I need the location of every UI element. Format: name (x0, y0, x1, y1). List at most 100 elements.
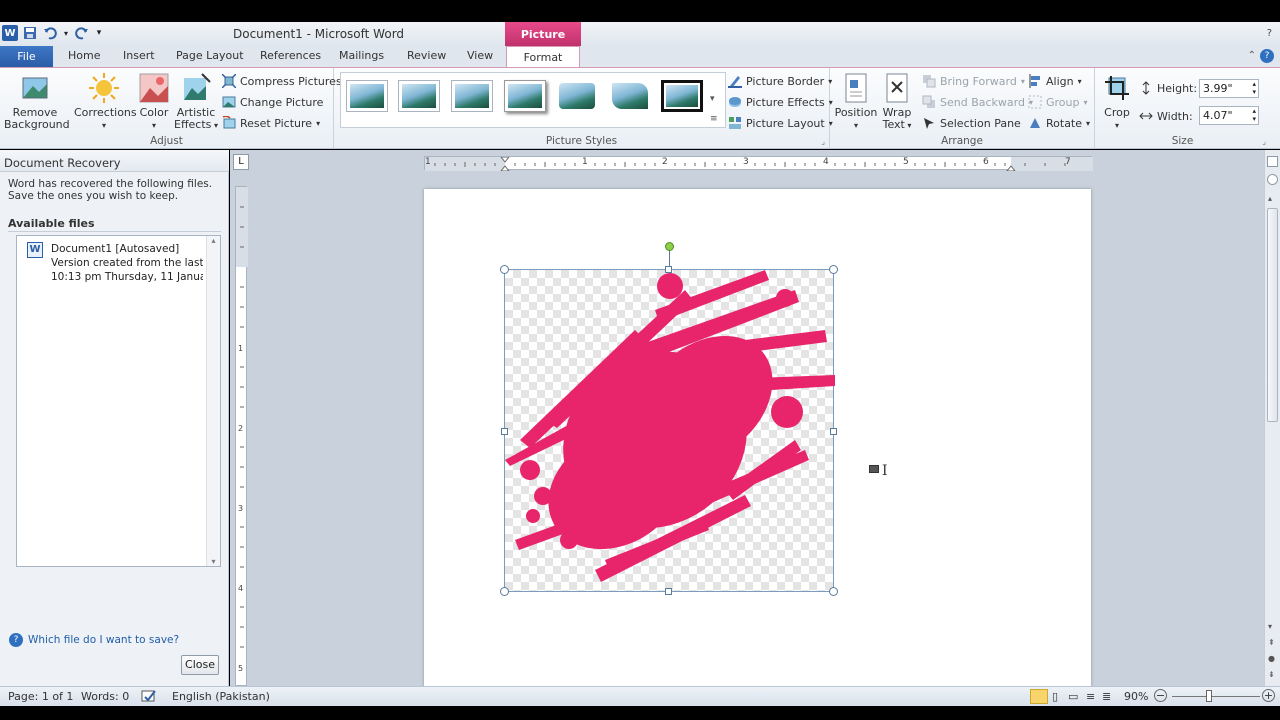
next-page-icon[interactable]: ⇟ (1268, 670, 1275, 679)
remove-background-button[interactable]: Remove Background (4, 72, 70, 131)
resize-handle-bottom-left[interactable] (500, 587, 509, 596)
picture-border-button[interactable]: Picture Border ▾ (728, 74, 832, 88)
picture-style-2[interactable] (398, 80, 440, 112)
resize-handle-top-left[interactable] (500, 265, 509, 274)
vertical-scrollbar[interactable]: ▴ ▾ ⇞ ● ⇟ (1264, 150, 1280, 686)
recovered-file-item[interactable]: Document1 [Autosaved] Version created fr… (51, 242, 203, 284)
size-launcher-icon[interactable]: ⌟ (1262, 137, 1266, 146)
language[interactable]: English (Pakistan) (172, 690, 270, 703)
tab-selector-icon[interactable]: L (233, 154, 249, 170)
zoom-out-icon[interactable]: − (1154, 689, 1167, 702)
resize-handle-top-right[interactable] (829, 265, 838, 274)
picture-layout-button[interactable]: Picture Layout ▾ (728, 116, 833, 130)
tab-home[interactable]: Home (68, 49, 100, 62)
size-group-label: Size (1171, 135, 1194, 147)
corrections-button[interactable]: Corrections ▾ (74, 72, 137, 132)
rotate-handle[interactable] (665, 242, 674, 251)
picture-style-6[interactable] (609, 80, 651, 112)
tab-references[interactable]: References (260, 49, 321, 62)
align-button[interactable]: Align ▾ (1028, 74, 1082, 88)
picture-styles-launcher-icon[interactable]: ⌟ (821, 137, 825, 146)
selection-pane-button[interactable]: Selection Pane (922, 116, 1021, 130)
picture-style-4[interactable] (504, 80, 546, 112)
scroll-up-icon[interactable]: ▴ (1268, 194, 1272, 203)
scroll-down-icon[interactable]: ▾ (1268, 622, 1272, 631)
resize-handle-left[interactable] (501, 428, 508, 435)
tab-view[interactable]: View (467, 49, 493, 62)
tab-review[interactable]: Review (407, 49, 446, 62)
tab-insert[interactable]: Insert (123, 49, 155, 62)
web-layout-icon[interactable]: ▭ (1068, 690, 1078, 703)
minimize-ribbon-icon[interactable]: ⌃ (1248, 50, 1256, 61)
gallery-more-icon[interactable]: ≡ (710, 114, 718, 124)
browse-object-icon[interactable]: ● (1268, 654, 1275, 663)
tab-page-layout[interactable]: Page Layout (176, 49, 244, 62)
picture-style-1[interactable] (346, 80, 388, 112)
tab-format[interactable]: Format (506, 46, 580, 69)
resize-handle-bottom-right[interactable] (829, 587, 838, 596)
list-scroll-down-icon[interactable]: ▾ (207, 557, 220, 566)
compress-pictures-button[interactable]: Compress Pictures (221, 73, 342, 89)
which-file-help-link[interactable]: Which file do I want to save? (28, 634, 179, 646)
view-ruler-icon[interactable] (1267, 156, 1278, 167)
horizontal-ruler[interactable]: 1 1 2 3 4 5 6 7 (424, 156, 1093, 171)
height-label: Height: (1157, 81, 1198, 95)
width-value: 4.07" (1203, 109, 1233, 122)
crop-button[interactable]: Crop ▾ (1099, 72, 1135, 132)
close-button[interactable]: Close (181, 655, 219, 675)
help-icon[interactable]: ? (1267, 28, 1272, 39)
color-button[interactable]: Color ▾ (137, 72, 171, 132)
height-spinner-icon[interactable]: ▴ ▾ (1252, 80, 1256, 96)
outline-view-icon[interactable]: ≡ (1086, 690, 1095, 703)
reset-picture-button[interactable]: Reset Picture ▾ (222, 115, 320, 130)
word-count[interactable]: Words: 0 (81, 690, 129, 703)
save-icon[interactable] (22, 25, 38, 41)
scroll-thumb[interactable] (1267, 208, 1278, 422)
word-logo-icon[interactable]: W (2, 25, 18, 41)
zoom-slider-thumb[interactable] (1206, 690, 1212, 702)
undo-icon[interactable] (42, 25, 58, 41)
tab-mailings[interactable]: Mailings (339, 49, 384, 62)
height-input[interactable]: 3.99" ▴ ▾ (1199, 79, 1259, 98)
redo-icon[interactable] (74, 25, 90, 41)
layout-options-icon[interactable] (869, 465, 879, 473)
send-backward-button[interactable]: Send Backward ▾ (922, 95, 1033, 109)
list-scrollbar[interactable]: ▴ ▾ (206, 236, 220, 566)
picture-border-icon (728, 74, 742, 88)
width-spinner-icon[interactable]: ▴ ▾ (1252, 107, 1256, 123)
vertical-ruler[interactable]: 1 2 3 4 5 (235, 186, 248, 686)
selected-picture[interactable] (500, 242, 838, 596)
previous-page-icon[interactable]: ⇞ (1268, 638, 1275, 647)
customize-qat-icon[interactable]: ▾ (94, 25, 104, 41)
resize-handle-top[interactable] (665, 266, 672, 273)
picture-style-3[interactable] (451, 80, 493, 112)
artistic-effects-button[interactable]: Artistic Effects ▾ (174, 72, 218, 132)
help-button-icon[interactable]: ? (1260, 49, 1274, 63)
ruler-toggle-icon[interactable] (1267, 174, 1278, 185)
picture-style-7[interactable] (661, 80, 703, 112)
list-scroll-up-icon[interactable]: ▴ (207, 236, 220, 245)
document-page[interactable]: I (424, 189, 1091, 689)
proofing-icon[interactable] (141, 689, 157, 706)
tab-file[interactable]: File (0, 46, 53, 68)
zoom-in-icon[interactable]: + (1262, 689, 1275, 702)
position-button[interactable]: Position ▾ (834, 72, 878, 132)
draft-view-icon[interactable]: ≣ (1102, 690, 1111, 703)
wrap-text-button[interactable]: Wrap Text ▾ (878, 72, 916, 132)
picture-style-5[interactable] (556, 80, 598, 112)
change-picture-button[interactable]: Change Picture (222, 95, 323, 109)
page-count[interactable]: Page: 1 of 1 (8, 690, 73, 703)
undo-dropdown-icon[interactable]: ▾ (62, 25, 70, 41)
zoom-level[interactable]: 90% (1124, 690, 1148, 703)
resize-handle-right[interactable] (830, 428, 837, 435)
rotate-button[interactable]: Rotate ▾ (1028, 116, 1090, 130)
width-input[interactable]: 4.07" ▴ ▾ (1199, 106, 1259, 125)
zoom-slider-track[interactable] (1172, 696, 1260, 697)
gallery-scroll-down-icon[interactable]: ▾ (710, 94, 715, 104)
print-layout-view-icon[interactable] (1030, 689, 1048, 704)
full-screen-reading-icon[interactable]: ▯ (1052, 690, 1058, 703)
resize-handle-bottom[interactable] (665, 588, 672, 595)
picture-effects-button[interactable]: Picture Effects ▾ (728, 95, 833, 109)
group-button[interactable]: Group ▾ (1028, 95, 1088, 109)
bring-forward-button[interactable]: Bring Forward ▾ (922, 74, 1025, 88)
